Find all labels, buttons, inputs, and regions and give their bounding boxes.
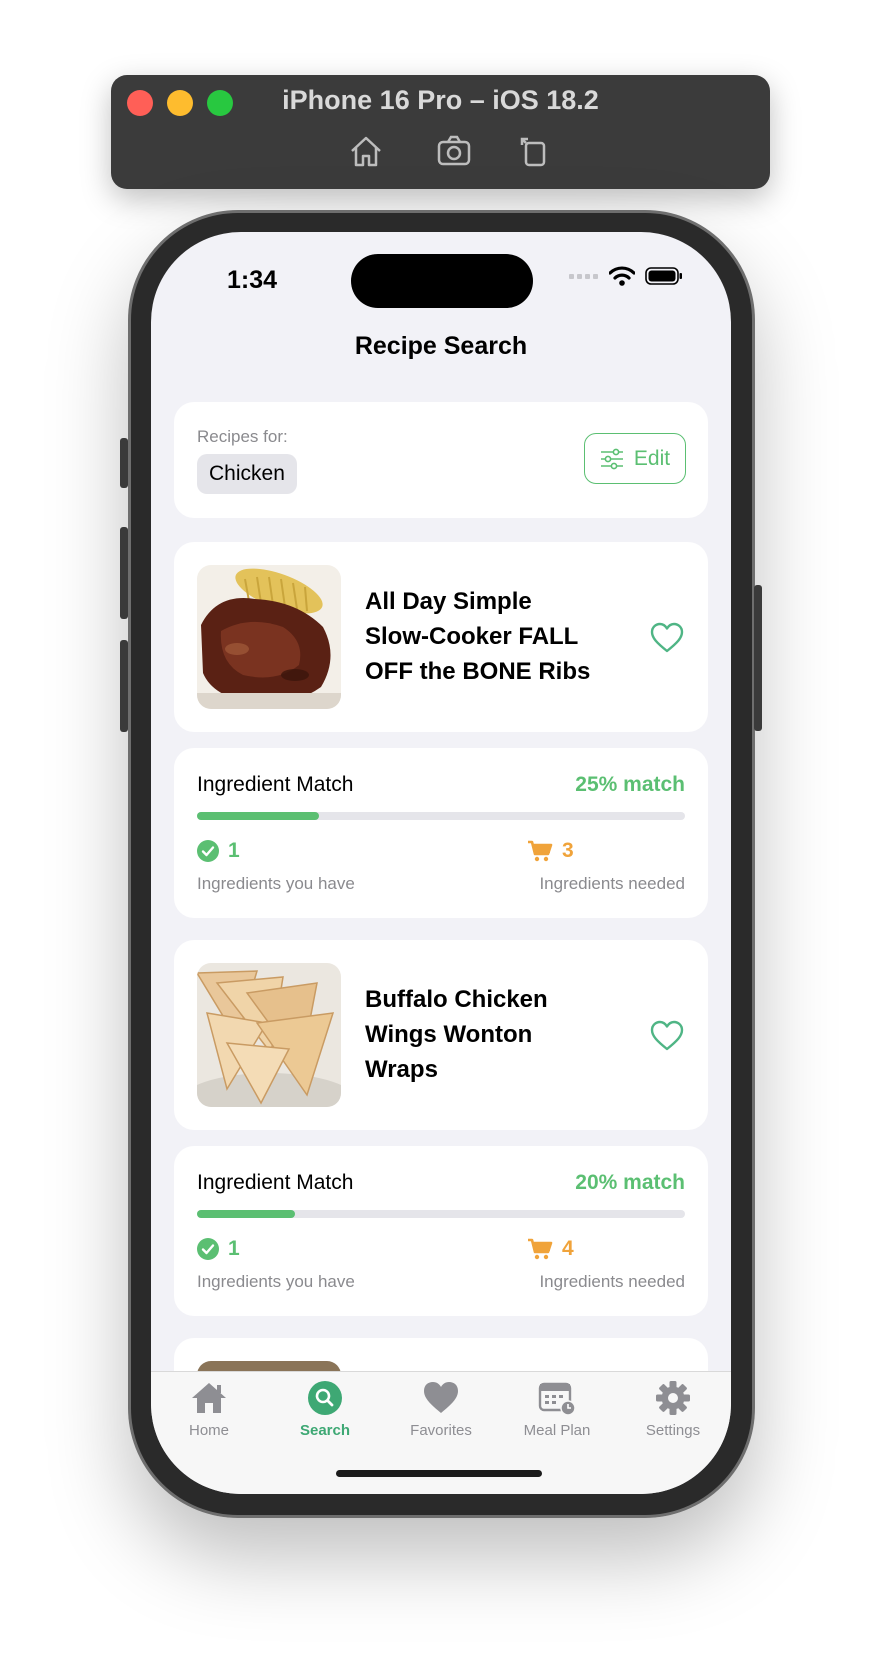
cart-icon (528, 1238, 553, 1260)
cart-icon (528, 840, 553, 862)
heart-icon (424, 1382, 458, 1413)
tab-bar: Home Search Favorites Meal Plan Settings (151, 1371, 731, 1494)
screenshot-icon[interactable] (434, 131, 474, 171)
filter-card: Recipes for: Chicken Edit (174, 402, 708, 518)
tab-label: Search (299, 1422, 351, 1439)
simulator-title: iPhone 16 Pro – iOS 18.2 (282, 85, 599, 115)
tab-home[interactable]: Home (151, 1380, 267, 1439)
cellular-icon (569, 274, 598, 279)
need-count-value: 3 (562, 839, 574, 862)
search-icon (308, 1381, 342, 1415)
status-time: 1:34 (227, 266, 278, 294)
status-icons (569, 266, 683, 286)
match-percentage: 25% match (575, 773, 685, 796)
tab-search[interactable]: Search (267, 1380, 383, 1439)
sliders-icon (600, 448, 623, 469)
edit-label: Edit (633, 446, 671, 470)
home-indicator (336, 1470, 542, 1477)
volume-down-button (120, 640, 128, 732)
need-count-value: 4 (562, 1237, 574, 1260)
have-count-value: 1 (228, 1237, 240, 1260)
have-label: Ingredients you have (197, 874, 355, 893)
calendar-icon (538, 1382, 576, 1416)
action-button (120, 438, 128, 488)
match-title: Ingredient Match (197, 1171, 354, 1194)
home-icon[interactable] (346, 131, 386, 171)
recipe-card[interactable]: Buffalo Chicken Wings Wonton Wraps (174, 940, 708, 1130)
simulator-toolbar: iPhone 16 Pro – iOS 18.2 (111, 75, 770, 189)
recipe-title: Buffalo Chicken Wings Wonton Wraps (365, 986, 548, 1083)
recipe-card[interactable]: All Day Simple Slow-Cooker FALL OFF the … (174, 542, 708, 732)
checkmark-circle-icon (197, 840, 219, 862)
home-icon (192, 1383, 226, 1413)
rotate-icon[interactable] (514, 131, 554, 171)
match-progress-fill (197, 812, 319, 820)
favorite-heart-icon[interactable] (650, 1020, 684, 1052)
ingredient-match-card: Ingredient Match 20% match 1 4 Ingredien… (174, 1146, 708, 1316)
dynamic-island (351, 254, 533, 308)
phone-screen: 1:34 Recipe Search Recipes for: Chicken (151, 232, 731, 1494)
need-label: Ingredients needed (539, 1272, 685, 1291)
match-percentage: 20% match (575, 1171, 685, 1194)
tab-label: Meal Plan (523, 1422, 591, 1439)
checkmark-circle-icon (197, 1238, 219, 1260)
tab-favorites[interactable]: Favorites (383, 1380, 499, 1439)
favorite-heart-icon[interactable] (650, 622, 684, 654)
edit-filter-button[interactable]: Edit (584, 433, 686, 484)
ingredient-chip[interactable]: Chicken (197, 454, 297, 494)
recipe-image (197, 963, 341, 1107)
page-title: Recipe Search (354, 332, 528, 360)
tab-label: Home (188, 1422, 229, 1439)
have-count-value: 1 (228, 839, 240, 862)
need-label: Ingredients needed (539, 874, 685, 893)
match-title: Ingredient Match (197, 773, 354, 796)
wifi-icon (609, 266, 635, 286)
volume-up-button (120, 527, 128, 619)
match-progress-bar (197, 812, 685, 820)
have-count: 1 (197, 839, 240, 863)
have-label: Ingredients you have (197, 1272, 355, 1291)
match-progress-fill (197, 1210, 295, 1218)
filter-label: Recipes for: (197, 427, 288, 446)
tab-meal-plan[interactable]: Meal Plan (499, 1380, 615, 1439)
ingredient-match-card: Ingredient Match 25% match 1 3 Ingredien… (174, 748, 708, 918)
need-count: 4 (527, 1237, 574, 1261)
tab-label: Settings (645, 1422, 701, 1439)
power-button (754, 585, 762, 731)
tab-settings[interactable]: Settings (615, 1380, 731, 1439)
have-count: 1 (197, 1237, 240, 1261)
battery-icon (645, 267, 682, 285)
recipe-title: All Day Simple Slow-Cooker FALL OFF the … (365, 588, 591, 685)
need-count: 3 (527, 839, 574, 863)
recipe-image (197, 565, 341, 709)
match-progress-bar (197, 1210, 685, 1218)
gear-icon (656, 1381, 690, 1415)
tab-label: Favorites (410, 1422, 472, 1439)
